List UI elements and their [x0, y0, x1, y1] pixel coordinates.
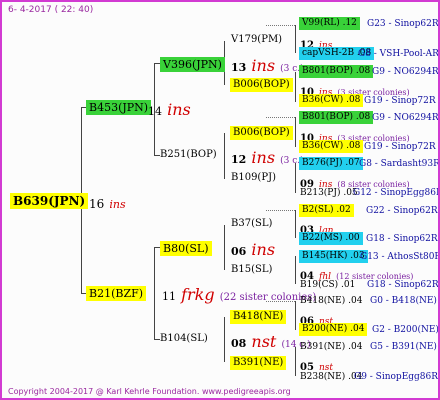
connector: [295, 25, 296, 53]
leader: [266, 117, 295, 118]
g5-code-6: G19 - Sinop72R: [364, 142, 436, 152]
g4-colony-4[interactable]: B109(PJ): [231, 173, 276, 183]
g5-code-5: G9 - NO6294R: [372, 113, 439, 123]
connector: [295, 210, 296, 238]
g5-colony-9[interactable]: B2(SL) .02: [299, 204, 354, 217]
g5-code-2: G8 - VSH-Pool-AR: [358, 49, 439, 59]
g5-code-8: G12 - SinopEgg86R: [353, 188, 440, 198]
g3-info-1: 13 ins (3 c.): [231, 56, 304, 75]
g5-colony-3[interactable]: B801(BOP) .08: [299, 65, 374, 78]
g4-colony-3[interactable]: B006(BOP): [230, 126, 293, 140]
g5-colony-14[interactable]: B200(NE) .04: [299, 323, 368, 336]
g3-colony-2[interactable]: B251(BOP): [160, 150, 217, 160]
g3-colony-1[interactable]: V396(JPN): [160, 57, 225, 72]
g3-info-4: 08 nst (14 c.): [231, 332, 311, 351]
connector: [295, 347, 296, 376]
dam-info: 11 frkg (22 sister colonies): [162, 285, 317, 304]
g3-colony-3[interactable]: B80(SL): [160, 241, 212, 256]
g5-colony-6[interactable]: B36(CW) .08: [299, 140, 364, 153]
g4-colony-5[interactable]: B37(SL): [231, 219, 272, 229]
g5-code-1: G23 - Sinop62R: [367, 19, 439, 29]
root-info: 16 ins: [89, 197, 126, 211]
g5-code-14: G2 - B200(NE): [372, 325, 439, 335]
g5-colony-11[interactable]: B145(HK) .03: [299, 250, 368, 263]
g5-code-12: G18 - Sinop62R: [367, 280, 439, 290]
g5-colony-13[interactable]: B418(NE) .04: [300, 297, 362, 306]
g5-colony-7[interactable]: B276(PJ) .07: [299, 157, 363, 170]
g5-code-3: G9 - NO6294R: [372, 67, 439, 77]
g5-colony-10[interactable]: B22(MS) .00: [299, 232, 363, 245]
g5-code-13: G0 - B418(NE): [370, 296, 437, 306]
g5-colony-15[interactable]: B391(NE) .04: [300, 343, 362, 352]
dam-colony[interactable]: B21(BZF): [86, 286, 147, 301]
connector: [224, 133, 225, 179]
g3-colony-4[interactable]: B104(SL): [160, 334, 208, 344]
leader: [266, 25, 295, 26]
sire-info: 14 ins: [148, 100, 191, 119]
g3-info-3: 06 ins: [231, 240, 276, 259]
connector: [295, 117, 296, 147]
g5-code-9: G22 - Sinop62R: [366, 206, 438, 216]
leader: [266, 210, 295, 211]
g5-colony-8[interactable]: B213(PJ) .05: [300, 189, 358, 198]
g5-code-15: G5 - B391(NE): [370, 342, 437, 352]
g5-colony-1[interactable]: V99(RL) .12: [299, 17, 360, 30]
g5-code-4: G19 - Sinop72R: [364, 96, 436, 106]
g4-colony-7[interactable]: B418(NE): [230, 310, 287, 324]
root-colony[interactable]: B639(JPN): [10, 193, 89, 209]
sire-colony[interactable]: B453(JPN): [86, 100, 152, 115]
connector: [295, 72, 296, 102]
footer-link[interactable]: www.pedigreeapis.org: [202, 387, 291, 396]
connector: [295, 301, 296, 330]
pedigree-frame: 6- 4-2017 ( 22: 40) B639(JPN) 16 ins B45…: [0, 0, 440, 400]
connector: [224, 317, 225, 362]
connector: [224, 225, 225, 270]
g4-colony-6[interactable]: B15(SL): [231, 265, 272, 275]
g4-colony-8[interactable]: B391(NE): [230, 356, 287, 370]
g5-code-16: G9 - SinopEgg86R: [354, 372, 439, 382]
g5-colony-12[interactable]: B19(CS) .01: [300, 281, 355, 290]
g4-colony-1[interactable]: V179(PM): [231, 35, 282, 45]
g5-code-11: G13 - AthosSt80R: [360, 252, 440, 262]
connector: [295, 163, 296, 193]
connector: [295, 256, 296, 284]
g4-info-8: 05 nst: [300, 362, 334, 373]
g5-code-10: G18 - Sinop62R: [366, 234, 438, 244]
copyright-text: Copyright 2004-2017 @ Karl Kehrle Founda…: [8, 387, 200, 396]
g3-info-2: 12 ins (3 c.): [231, 148, 304, 167]
connector: [154, 247, 155, 339]
g5-colony-5[interactable]: B801(BOP) .08: [299, 111, 374, 124]
g4-colony-2[interactable]: B006(BOP): [230, 78, 293, 92]
print-date: 6- 4-2017 ( 22: 40): [8, 5, 94, 15]
footer: Copyright 2004-2017 @ Karl Kehrle Founda…: [8, 388, 291, 396]
g5-colony-4[interactable]: B36(CW) .08: [299, 94, 364, 107]
g5-code-7: G8 - Sardasht93R: [359, 159, 440, 169]
